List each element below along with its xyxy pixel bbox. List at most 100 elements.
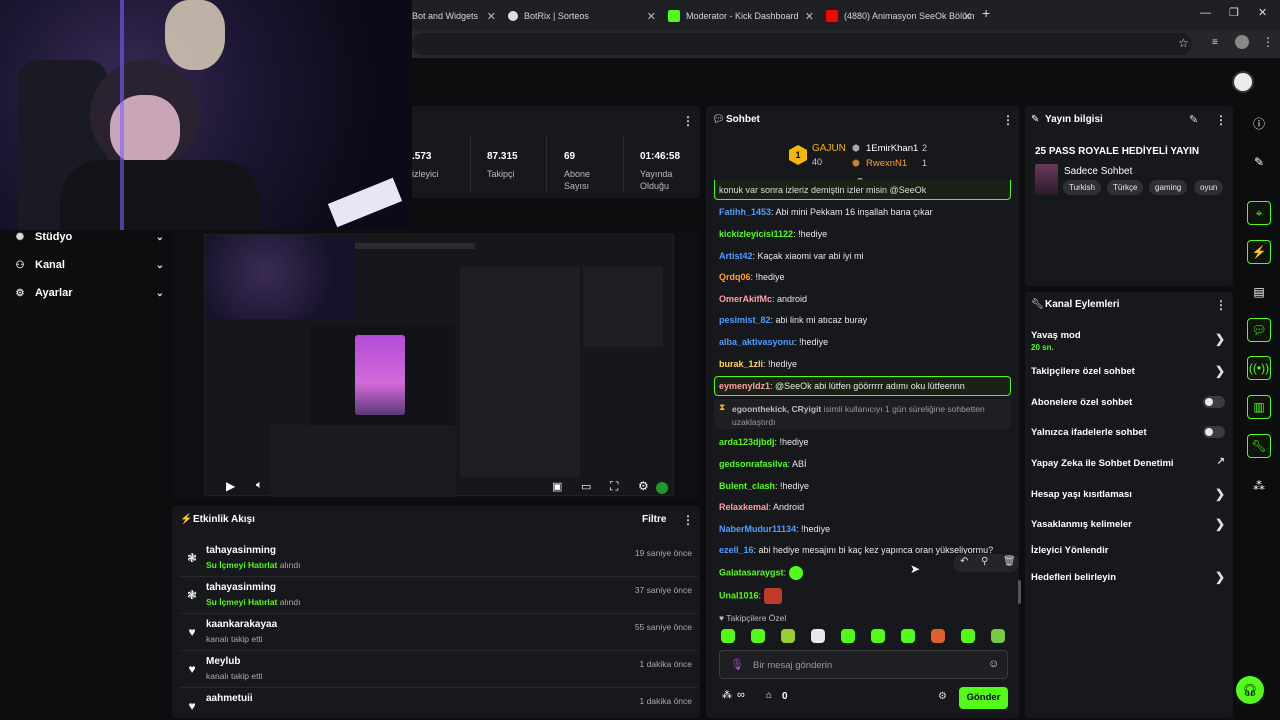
sidebar-item-studio[interactable]: ✺ Stüdyo ⌄ — [14, 227, 164, 247]
pencil-icon[interactable]: ✎ — [1247, 150, 1271, 174]
channel-action-item[interactable]: Takipçilere özel sohbet ❯ — [1031, 364, 1227, 378]
profile-icon[interactable] — [1235, 35, 1249, 49]
lightning-icon[interactable]: ⚡ — [1247, 240, 1271, 264]
minimize-icon[interactable]: — — [1200, 7, 1211, 19]
theater-icon[interactable]: ▭ — [581, 480, 591, 493]
toggle-switch[interactable] — [1203, 396, 1225, 408]
emote-icon[interactable] — [901, 629, 915, 643]
more-icon[interactable]: ⋮ — [682, 114, 694, 128]
avatar[interactable] — [1232, 71, 1254, 93]
channel-action-item[interactable]: Yapay Zeka ile Sohbet Denetimi ↗ — [1031, 456, 1227, 469]
leader-name[interactable]: 1EmirKhan1 — [866, 143, 918, 154]
chat-username[interactable]: alba_aktivasyonu — [719, 337, 794, 347]
chat-scrollbar[interactable] — [1018, 580, 1021, 604]
channel-action-item[interactable]: Hedefleri belirleyin ❯ — [1031, 570, 1227, 584]
pin-icon[interactable]: ⚲ — [981, 556, 988, 567]
category-name[interactable]: Sadece Sohbet — [1064, 166, 1132, 177]
filter-button[interactable]: Filtre — [642, 514, 666, 525]
tag[interactable]: oyun — [1194, 180, 1224, 195]
channel-action-item[interactable]: Yalnızca ifadelerle sohbet — [1031, 426, 1227, 438]
activity-user[interactable]: tahayasinming — [206, 582, 276, 593]
gear-icon[interactable]: ⚙ — [638, 479, 649, 493]
browser-tab[interactable]: BotRix | Sorteos ✕ — [500, 4, 660, 28]
more-icon[interactable]: ⋮ — [1215, 298, 1227, 312]
close-window-icon[interactable]: ✕ — [1258, 6, 1267, 19]
emote-icon[interactable] — [871, 629, 885, 643]
chat-username[interactable]: ezell_16 — [719, 545, 754, 555]
chat-username[interactable]: Unal1016 — [719, 590, 759, 600]
users-icon[interactable]: ⁂ — [1247, 474, 1271, 498]
emote-icon[interactable] — [991, 629, 1005, 643]
maximize-icon[interactable]: ❐ — [1229, 6, 1239, 19]
chat-input[interactable]: Bir mesaj gönderin — [753, 660, 832, 671]
channel-action-item[interactable]: Yasaklanmış kelimeler ❯ — [1031, 517, 1227, 531]
chat-username[interactable]: Relaxkemal — [719, 502, 769, 512]
layout-icon[interactable]: ▥ — [1247, 395, 1271, 419]
emote-icon[interactable] — [721, 629, 735, 643]
chat-username[interactable]: eymenyldz1 — [719, 381, 770, 391]
scan-icon[interactable]: ⌖ — [1247, 201, 1271, 225]
wrench-icon[interactable]: 🔧︎ — [1247, 434, 1271, 458]
send-button[interactable]: Gönder — [959, 687, 1008, 709]
activity-user[interactable]: Meylub — [206, 656, 240, 667]
more-icon[interactable]: ⋮ — [1215, 113, 1227, 127]
chat-username[interactable]: Qrdq06 — [719, 272, 751, 282]
delete-icon[interactable]: 🗑︎ — [1003, 556, 1016, 567]
chat-username[interactable]: Fatihh_1453 — [719, 207, 771, 217]
browser-tab[interactable]: (4880) Animasyon SeeOk Bölüm ✕ — [818, 4, 976, 28]
browser-tab[interactable]: Moderator - Kick Dashboard ✕ — [660, 4, 818, 28]
chat-bubble-icon[interactable]: 💬︎ — [1247, 318, 1271, 342]
slow-mode-item[interactable]: Yavaş mod 20 sn. ❯ — [1031, 330, 1227, 352]
browser-tab[interactable]: Bot and Widgets ✕ — [404, 4, 500, 28]
play-icon[interactable]: ▶ — [226, 479, 235, 493]
fullscreen-icon[interactable]: ⛶ — [610, 479, 618, 494]
support-icon[interactable]: 🎧︎ — [1236, 676, 1264, 704]
more-icon[interactable]: ⋮ — [682, 513, 694, 527]
sidebar-item-channel[interactable]: ⚇ Kanal ⌄ — [14, 255, 164, 275]
stream-preview[interactable]: ▶ 🔈︎ ▣ ▭ ⛶ ⚙ — [172, 230, 700, 500]
info-icon[interactable]: ⓘ — [1247, 111, 1271, 135]
url-input[interactable] — [412, 33, 1192, 55]
chat-settings-icon[interactable]: ⚙ — [938, 691, 947, 702]
activity-user[interactable]: tahayasinming — [206, 545, 276, 556]
broadcast-icon[interactable]: ((•)) — [1247, 356, 1271, 380]
emote-icon[interactable] — [811, 629, 825, 643]
activity-user[interactable]: aahmetuii — [206, 693, 253, 704]
emote-icon[interactable] — [841, 629, 855, 643]
new-tab-button[interactable]: + — [982, 5, 990, 21]
reply-icon[interactable]: ↶ — [960, 556, 968, 567]
emoji-icon[interactable]: ☺ — [988, 658, 999, 670]
pip-icon[interactable]: ▣ — [552, 480, 562, 493]
chat-input-box[interactable]: 🎙︎ Bir mesaj gönderin ☺ — [719, 650, 1008, 679]
chat-username[interactable]: Bulent_clash — [719, 481, 775, 491]
volume-icon[interactable]: 🔈︎ — [256, 479, 263, 492]
document-icon[interactable]: ▤ — [1247, 280, 1271, 304]
emote-icon[interactable] — [961, 629, 975, 643]
channel-action-item[interactable]: Abonelere özel sohbet — [1031, 396, 1227, 408]
menu-icon[interactable]: ⋮ — [1262, 35, 1274, 49]
media-icon[interactable]: ≡ — [1212, 37, 1218, 48]
channel-action-item[interactable]: İzleyici Yönlendir — [1031, 545, 1227, 556]
emote-icon[interactable] — [781, 629, 795, 643]
channel-action-item[interactable]: Hesap yaşı kısıtlaması ❯ — [1031, 487, 1227, 501]
emote-icon[interactable] — [751, 629, 765, 643]
chat-username[interactable]: kickizleyicisi1122 — [719, 229, 793, 239]
chat-username[interactable]: Galatasaraygst — [719, 567, 784, 577]
chat-username[interactable]: NaberMudur11134 — [719, 524, 796, 534]
activity-user[interactable]: kaankarakayaa — [206, 619, 277, 630]
chat-username[interactable]: pesimist_82 — [719, 315, 771, 325]
chat-username[interactable]: arda123djbdj — [719, 437, 775, 447]
close-icon[interactable]: ✕ — [487, 10, 496, 23]
close-icon[interactable]: ✕ — [805, 10, 814, 23]
leader-name[interactable]: GAJUN — [812, 143, 846, 154]
chat-username[interactable]: OmerAkifMc — [719, 294, 772, 304]
star-icon[interactable]: ☆ — [1178, 36, 1189, 50]
chat-username[interactable]: burak_1zli — [719, 359, 763, 369]
microphone-icon[interactable]: 🎙︎ — [730, 658, 744, 671]
toggle-switch[interactable] — [1203, 426, 1225, 438]
points-icon[interactable]: ⁂ — [722, 690, 732, 701]
close-icon[interactable]: ✕ — [963, 10, 972, 23]
store-icon[interactable]: ⌂ — [766, 690, 772, 701]
tag[interactable]: gaming — [1149, 180, 1188, 195]
chat-username[interactable]: Artist42 — [719, 251, 753, 261]
